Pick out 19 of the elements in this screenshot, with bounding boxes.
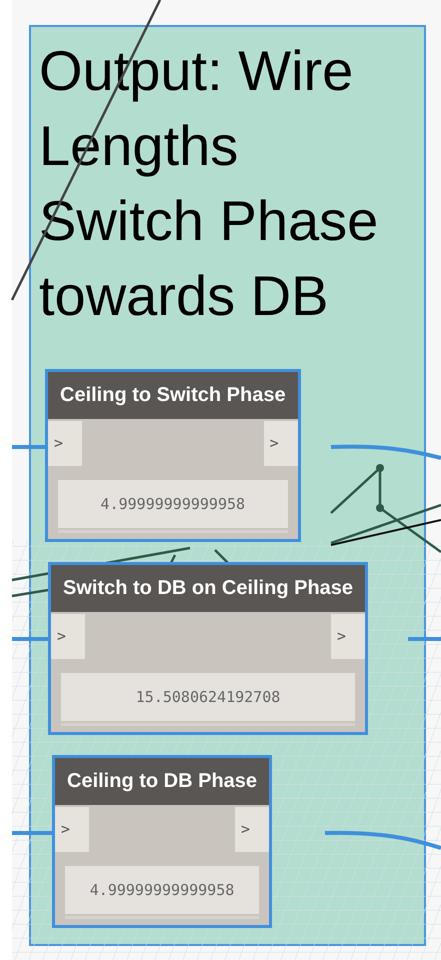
output-port[interactable]: > [331, 614, 366, 659]
input-port[interactable]: > [55, 807, 89, 852]
input-port[interactable]: > [48, 421, 82, 466]
node-card[interactable]: Ceiling to DB Phase > > 4.99999999999958 [52, 755, 272, 928]
output-port[interactable]: > [264, 421, 298, 466]
wire [12, 445, 45, 449]
node-title: Switch to DB on Ceiling Phase [51, 565, 366, 612]
wire [408, 637, 441, 641]
wire [12, 831, 52, 835]
value-display: 15.5080624192708 [61, 673, 356, 721]
input-port[interactable]: > [51, 614, 85, 659]
node-title: Ceiling to Switch Phase [48, 372, 298, 419]
wire [12, 637, 48, 641]
value-display: 4.99999999999958 [58, 480, 288, 528]
node-card[interactable]: Ceiling to Switch Phase > > 4.99999999999958 [45, 369, 301, 542]
output-port[interactable]: > [235, 807, 270, 852]
node-title: Ceiling to DB Phase [55, 758, 270, 805]
node-card[interactable]: Switch to DB on Ceiling Phase > > 15.5080624192708 [48, 562, 368, 735]
value-display: 4.99999999999958 [65, 866, 260, 914]
